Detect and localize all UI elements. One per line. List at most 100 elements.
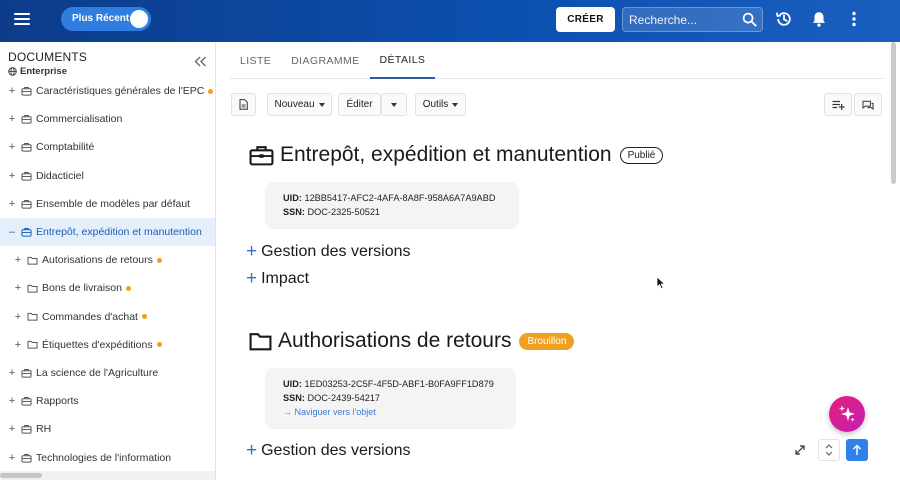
briefcase-icon: [21, 171, 32, 181]
tree-item[interactable]: + La science de l'Agriculture: [0, 359, 215, 387]
add-to-list-button[interactable]: [824, 93, 852, 116]
expand-icon[interactable]: +: [7, 141, 17, 153]
object-title: Authorisations de retours Brouillon: [249, 329, 575, 353]
status-badge-published: Publié: [619, 146, 664, 164]
tab-liste[interactable]: LISTE: [230, 42, 281, 79]
expand-icon[interactable]: +: [7, 423, 17, 435]
uid-row: UID: 1ED03253-2C5F-4F5D-ABF1-B0FA9FF1D87…: [283, 377, 499, 391]
search-input[interactable]: [629, 11, 741, 29]
status-dot: [156, 342, 162, 348]
scrollbar-thumb[interactable]: [891, 42, 896, 184]
fullscreen-button[interactable]: [789, 439, 811, 461]
section-version-management[interactable]: + Gestion des versions: [246, 441, 411, 460]
scroll-to-top-button[interactable]: [846, 439, 868, 461]
section-version-management[interactable]: + Gestion des versions: [246, 242, 411, 261]
tab-diagramme[interactable]: DIAGRAMME: [281, 42, 369, 79]
object-title-text: Authorisations de retours: [278, 329, 512, 352]
tree-item[interactable]: + Rapports: [0, 387, 215, 415]
tree-item[interactable]: + Bons de livraison: [0, 274, 215, 302]
bell-icon[interactable]: [809, 9, 829, 29]
tree-item-label: Technologies de l'information: [36, 451, 172, 464]
tree-item-label: La science de l'Agriculture: [36, 366, 159, 379]
tree-item[interactable]: + Technologies de l'information: [0, 443, 215, 471]
new-label: Nouveau: [274, 99, 315, 110]
more-vertical-icon[interactable]: [844, 9, 864, 29]
scroll-nav-button[interactable]: [818, 439, 840, 461]
tree-item[interactable]: + Comptabilité: [0, 133, 215, 161]
navigate-to-object-link[interactable]: → Naviguer vers l'objet: [283, 405, 499, 419]
ai-assistant-button[interactable]: [829, 396, 865, 432]
main-vertical-scrollbar[interactable]: [888, 42, 898, 480]
hamburger-icon[interactable]: [14, 13, 30, 25]
create-button[interactable]: CRÉER: [556, 7, 615, 32]
ssn-label: SSN:: [283, 393, 305, 403]
expand-icon[interactable]: +: [7, 395, 17, 407]
uid-label: UID:: [283, 193, 302, 203]
tools-menu-button[interactable]: Outils: [415, 93, 466, 116]
tree-item-label: Entrepôt, expédition et manutention: [36, 226, 202, 239]
tree-item[interactable]: + Didacticiel: [0, 162, 215, 190]
tree-item[interactable]: + RH: [0, 415, 215, 443]
new-menu-button[interactable]: Nouveau: [267, 93, 332, 116]
search-icon[interactable]: [742, 12, 757, 32]
expand-icon[interactable]: +: [7, 367, 17, 379]
expand-plus-icon: +: [246, 268, 258, 289]
tree-item[interactable]: + Commercialisation: [0, 105, 215, 133]
status-dot: [125, 285, 131, 291]
expand-icon[interactable]: +: [7, 170, 17, 182]
tab-details[interactable]: DÉTAILS: [369, 42, 436, 79]
comments-button[interactable]: [854, 93, 882, 116]
caret-down-icon: [452, 102, 459, 107]
recent-toggle[interactable]: Plus Récent: [61, 7, 151, 31]
tree-item[interactable]: + Ensemble de modèles par défaut: [0, 190, 215, 218]
briefcase-icon: [21, 199, 32, 209]
uid-row: UID: 12BB5417-AFC2-4AFA-8A8F-958A6A7A9AB…: [283, 191, 502, 205]
edit-dropdown-button[interactable]: [381, 93, 407, 116]
expand-icon[interactable]: +: [13, 311, 23, 323]
status-badge-draft: Brouillon: [519, 332, 575, 350]
expand-icon[interactable]: +: [7, 113, 17, 125]
tree-item[interactable]: + Caractéristiques générales de l'EPC: [0, 77, 215, 105]
sidebar-horizontal-scrollbar[interactable]: [0, 471, 215, 480]
details-content: Entrepôt, expédition et manutention Publ…: [216, 128, 888, 480]
folder-icon: [27, 284, 38, 293]
comments-icon: [862, 100, 874, 110]
section-label: Impact: [261, 270, 310, 287]
tree-item[interactable]: + Étiquettes d'expéditions: [0, 331, 215, 359]
tree-item-label: Caractéristiques générales de l'EPC: [36, 85, 205, 98]
expand-icon[interactable]: +: [7, 198, 17, 210]
history-icon[interactable]: [774, 9, 794, 29]
uid-value: 12BB5417-AFC2-4AFA-8A8F-958A6A7A9ABD: [304, 193, 496, 203]
sidebar-header: DOCUMENTS Enterprise: [8, 50, 87, 77]
scrollbar-thumb[interactable]: [0, 473, 42, 478]
globe-icon: [8, 67, 17, 76]
tree-item[interactable]: + Autorisations de retours: [0, 246, 215, 274]
folder-icon: [27, 312, 38, 321]
sidebar: DOCUMENTS Enterprise + Caractéristiques …: [0, 42, 216, 480]
section-impact[interactable]: + Impact: [246, 268, 310, 289]
object-title: Entrepôt, expédition et manutention Publ…: [249, 143, 664, 167]
expand-icon[interactable]: +: [13, 254, 23, 266]
tree-item-label: RH: [36, 423, 52, 436]
section-label: Gestion des versions: [261, 442, 411, 459]
document-icon: [239, 99, 248, 110]
tree-item[interactable]: + Commandes d'achat: [0, 303, 215, 331]
collapse-sidebar-icon[interactable]: [194, 54, 207, 72]
toggle-knob: [130, 10, 148, 28]
expand-icon[interactable]: +: [13, 339, 23, 351]
expand-icon[interactable]: +: [7, 85, 17, 97]
tree-item-label: Commandes d'achat: [42, 310, 138, 323]
briefcase-icon: [21, 424, 32, 434]
folder-icon: [249, 332, 272, 350]
collapse-icon[interactable]: –: [7, 226, 17, 238]
briefcase-icon: [21, 86, 32, 96]
tree-item-active[interactable]: – Entrepôt, expédition et manutention: [0, 217, 215, 247]
briefcase-icon: [21, 227, 32, 237]
tree-item-label: Commercialisation: [36, 113, 123, 126]
export-document-button[interactable]: [231, 93, 256, 116]
edit-button[interactable]: Éditer: [338, 93, 381, 116]
tree-item-label: Bons de livraison: [42, 282, 122, 295]
expand-icon[interactable]: +: [7, 452, 17, 464]
briefcase-icon: [21, 114, 32, 124]
expand-icon[interactable]: +: [13, 282, 23, 294]
